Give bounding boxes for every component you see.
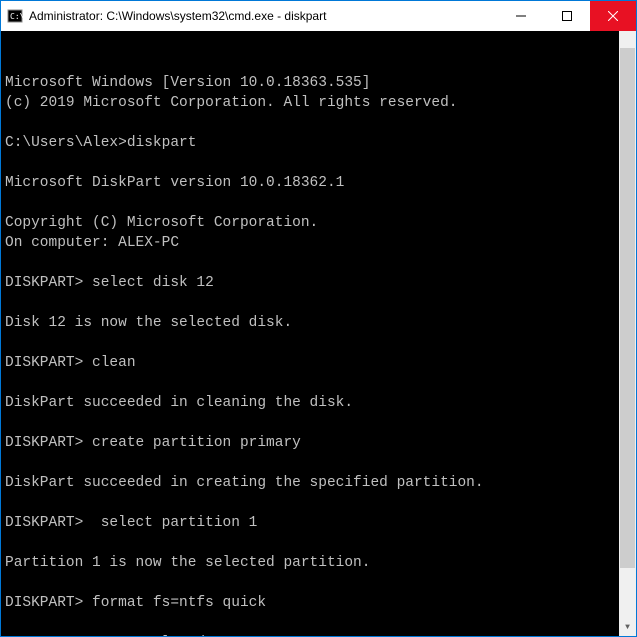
window-title: Administrator: C:\Windows\system32\cmd.e… [29,9,498,23]
terminal-line [5,333,632,353]
minimize-button[interactable] [498,1,544,31]
terminal-line [5,153,632,173]
terminal-line [5,533,632,553]
terminal-line: 100 percent completed [5,633,632,636]
terminal-line [5,193,632,213]
titlebar[interactable]: C:\ Administrator: C:\Windows\system32\c… [1,1,636,31]
cmd-window: C:\ Administrator: C:\Windows\system32\c… [0,0,637,637]
terminal-line: DISKPART> select disk 12 [5,273,632,293]
terminal-line: DISKPART> create partition primary [5,433,632,453]
terminal-line: On computer: ALEX-PC [5,233,632,253]
terminal-line [5,573,632,593]
terminal-line [5,493,632,513]
scroll-down-icon[interactable]: ▼ [619,619,636,636]
terminal-line: Microsoft DiskPart version 10.0.18362.1 [5,173,632,193]
terminal-line [5,293,632,313]
terminal-line: Copyright (C) Microsoft Corporation. [5,213,632,233]
terminal-line: Microsoft Windows [Version 10.0.18363.53… [5,73,632,93]
terminal-line: DISKPART> format fs=ntfs quick [5,593,632,613]
terminal-line: (c) 2019 Microsoft Corporation. All righ… [5,93,632,113]
terminal-line: DiskPart succeeded in creating the speci… [5,473,632,493]
terminal-line [5,113,632,133]
terminal-line: Partition 1 is now the selected partitio… [5,553,632,573]
terminal-line [5,373,632,393]
terminal-line: Disk 12 is now the selected disk. [5,313,632,333]
scroll-thumb[interactable] [620,48,635,568]
scroll-track[interactable] [619,48,636,619]
window-controls [498,1,636,31]
maximize-button[interactable] [544,1,590,31]
terminal-line [5,613,632,633]
terminal-line [5,413,632,433]
terminal-line: DISKPART> select partition 1 [5,513,632,533]
terminal-line [5,453,632,473]
close-button[interactable] [590,1,636,31]
svg-text:C:\: C:\ [10,12,23,21]
cmd-icon: C:\ [7,8,23,24]
terminal-output[interactable]: Microsoft Windows [Version 10.0.18363.53… [1,31,636,636]
terminal-line: DISKPART> clean [5,353,632,373]
terminal-line [5,253,632,273]
scrollbar[interactable]: ▲ ▼ [619,31,636,636]
terminal-line: C:\Users\Alex>diskpart [5,133,632,153]
terminal-line: DiskPart succeeded in cleaning the disk. [5,393,632,413]
